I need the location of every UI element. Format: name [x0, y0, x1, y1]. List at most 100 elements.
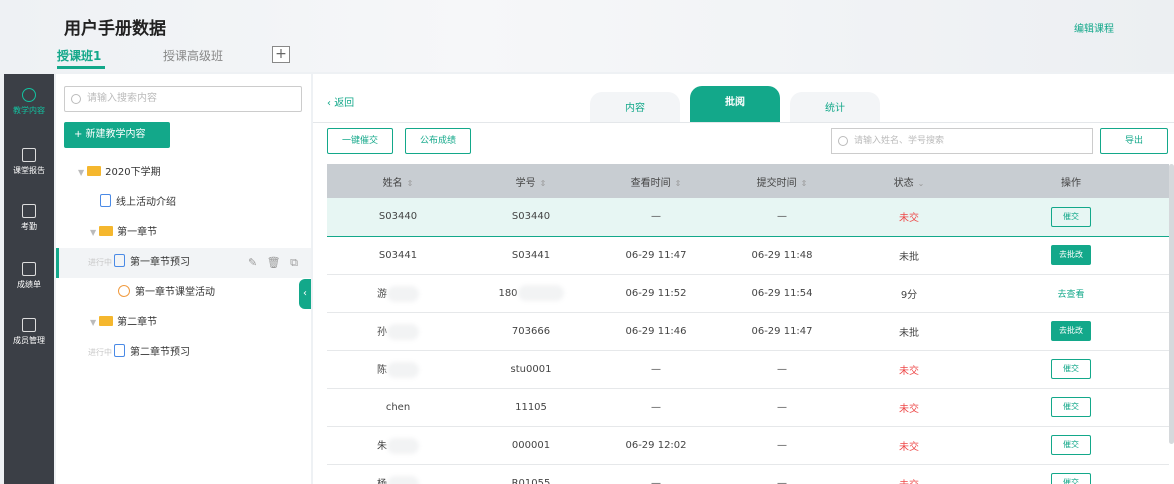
- tree-folder-chapter-1[interactable]: ▼ 第一章节: [56, 218, 311, 248]
- tree-item-label: 第一章节课堂活动: [135, 287, 215, 298]
- folder-icon: [99, 226, 114, 236]
- tab-advanced-class[interactable]: 授课高级班: [163, 47, 223, 64]
- view-link[interactable]: 去查看: [1057, 290, 1084, 300]
- back-link[interactable]: ‹ 返回: [327, 94, 354, 109]
- cell-status: 未交: [845, 388, 973, 427]
- tree-folder-semester[interactable]: ▼ 2020下学期: [56, 158, 311, 188]
- column-header-actions: 操作: [973, 164, 1169, 198]
- column-header-id[interactable]: 学号 ⇕: [469, 164, 593, 198]
- caret-down-icon: ▼: [90, 318, 97, 327]
- content-tree-panel: 请输入搜索内容 + 新建教学内容 ▼ 2020下学期 线上活动介绍 ▼ 第一章节 进…: [56, 74, 311, 484]
- submissions-table: 姓名 ⇕ 学号 ⇕ 查看时间 ⇕ 提交时间 ⇕ 状态 ⌄ 操作 S03440 S03440…: [327, 164, 1169, 484]
- grading-panel: ‹ 返回 内容 批阅 统计 一键催交 公布成绩 请输入姓名、学号搜索 导出 姓名…: [313, 74, 1174, 484]
- student-name: 游: [377, 288, 387, 300]
- rail-item-members[interactable]: 成员管理: [4, 318, 54, 346]
- cell-action: 去批改: [973, 236, 1169, 275]
- remind-button[interactable]: 催交: [1051, 206, 1091, 227]
- tree-item-intro[interactable]: 线上活动介绍: [56, 188, 311, 218]
- remind-button[interactable]: 催交: [1051, 473, 1091, 484]
- tree-item-label: 第二章节: [117, 317, 158, 328]
- cell-id: 180: [469, 274, 593, 313]
- tab-statistics[interactable]: 统计: [790, 92, 880, 122]
- row-tools[interactable]: ✎ 🗑 ⧉: [248, 248, 301, 278]
- sort-icon: ⇕: [674, 178, 682, 188]
- rail-label: 成绩单: [17, 280, 41, 289]
- column-header-status[interactable]: 状态 ⌄: [845, 164, 973, 198]
- cell-id: S03440: [469, 198, 593, 237]
- edit-course-link[interactable]: 编辑课程: [1074, 20, 1114, 35]
- column-header-name[interactable]: 姓名 ⇕: [327, 164, 469, 198]
- tab-divider: [313, 122, 1174, 123]
- sort-icon: ⇕: [406, 178, 414, 188]
- cell-id: R01055: [469, 464, 593, 484]
- tab-review[interactable]: 批阅: [690, 86, 780, 122]
- rail-item-class-report[interactable]: 课堂报告: [4, 148, 54, 176]
- rail-item-gradebook[interactable]: 成绩单: [4, 262, 54, 290]
- column-header-submit-time[interactable]: 提交时间 ⇕: [719, 164, 845, 198]
- cell-submit-time: 06-29 11:48: [719, 236, 845, 275]
- filter-chevron-icon: ⌄: [917, 178, 925, 188]
- table-row: S03441 S03441 06-29 11:47 06-29 11:48 未批…: [327, 236, 1169, 275]
- tree-item-label: 线上活动介绍: [116, 197, 176, 208]
- back-label: 返回: [334, 98, 355, 109]
- grade-button[interactable]: 去批改: [1051, 321, 1091, 341]
- cell-action: 催交: [973, 198, 1169, 237]
- student-name: 孙: [377, 326, 387, 338]
- column-header-view-time[interactable]: 查看时间 ⇕: [593, 164, 719, 198]
- export-button[interactable]: 导出: [1100, 128, 1168, 154]
- remind-button[interactable]: 催交: [1051, 359, 1091, 379]
- tree-item-chapter-1-preview[interactable]: 进行中 第一章节预习 ✎ 🗑 ⧉: [56, 248, 311, 278]
- tab-class-1[interactable]: 授课班1: [57, 47, 101, 64]
- table-row: S03440 S03440 — — 未交 催交: [327, 198, 1169, 237]
- active-tab-indicator: [57, 66, 105, 69]
- tree-item-chapter-1-activity[interactable]: 第一章节课堂活动: [56, 278, 311, 308]
- tree-search-input[interactable]: 请输入搜索内容: [64, 86, 302, 112]
- student-id: 180: [498, 288, 518, 299]
- grade-icon: [22, 262, 36, 276]
- document-icon: [114, 254, 125, 267]
- student-search-input[interactable]: 请输入姓名、学号搜索: [831, 128, 1093, 154]
- tree-item-chapter-2-preview[interactable]: 进行中 第二章节预习: [56, 338, 311, 368]
- table-row: 游 180 06-29 11:52 06-29 11:54 9分 去查看: [327, 274, 1169, 313]
- cell-name: 朱: [327, 426, 469, 465]
- cell-name: 杨: [327, 464, 469, 484]
- cell-action: 催交: [973, 388, 1169, 427]
- search-placeholder: 请输入搜索内容: [87, 93, 157, 104]
- search-icon: [71, 94, 81, 104]
- rail-item-attendance[interactable]: 考勤: [4, 204, 54, 232]
- column-label: 查看时间: [630, 177, 671, 189]
- cell-view-time: —: [593, 350, 719, 389]
- cell-view-time: —: [593, 464, 719, 484]
- rail-item-teaching-content[interactable]: 教学内容: [4, 88, 54, 116]
- cell-name: 孙: [327, 312, 469, 351]
- add-tab-button[interactable]: +: [272, 46, 290, 63]
- tree-folder-chapter-2[interactable]: ▼ 第二章节: [56, 308, 311, 338]
- rail-label: 教学内容: [13, 106, 45, 115]
- grade-button[interactable]: 去批改: [1051, 245, 1091, 265]
- publish-grades-button[interactable]: 公布成绩: [405, 128, 471, 154]
- tab-content[interactable]: 内容: [590, 92, 680, 122]
- cell-id: S03441: [469, 236, 593, 275]
- cell-submit-time: —: [719, 350, 845, 389]
- cell-action: 催交: [973, 350, 1169, 389]
- cell-status: 未交: [845, 198, 973, 237]
- table-scrollbar[interactable]: [1169, 164, 1174, 444]
- table-header-row: 姓名 ⇕ 学号 ⇕ 查看时间 ⇕ 提交时间 ⇕ 状态 ⌄ 操作: [327, 164, 1169, 198]
- sort-icon: ⇕: [800, 178, 808, 188]
- cell-name: 游: [327, 274, 469, 313]
- column-label: 学号: [515, 177, 536, 189]
- remind-all-button[interactable]: 一键催交: [327, 128, 393, 154]
- cell-action: 催交: [973, 426, 1169, 465]
- new-content-button[interactable]: + 新建教学内容: [64, 122, 170, 148]
- cell-view-time: —: [593, 198, 719, 237]
- student-name: 陈: [377, 364, 387, 376]
- report-icon: [22, 148, 36, 162]
- remind-button[interactable]: 催交: [1051, 435, 1091, 455]
- redacted-blur: [387, 475, 419, 484]
- cell-submit-time: —: [719, 426, 845, 465]
- remind-button[interactable]: 催交: [1051, 397, 1091, 417]
- student-name: 杨: [377, 478, 387, 484]
- collapse-panel-handle[interactable]: ‹: [299, 279, 311, 309]
- cell-view-time: 06-29 11:52: [593, 274, 719, 313]
- folder-icon: [87, 166, 102, 176]
